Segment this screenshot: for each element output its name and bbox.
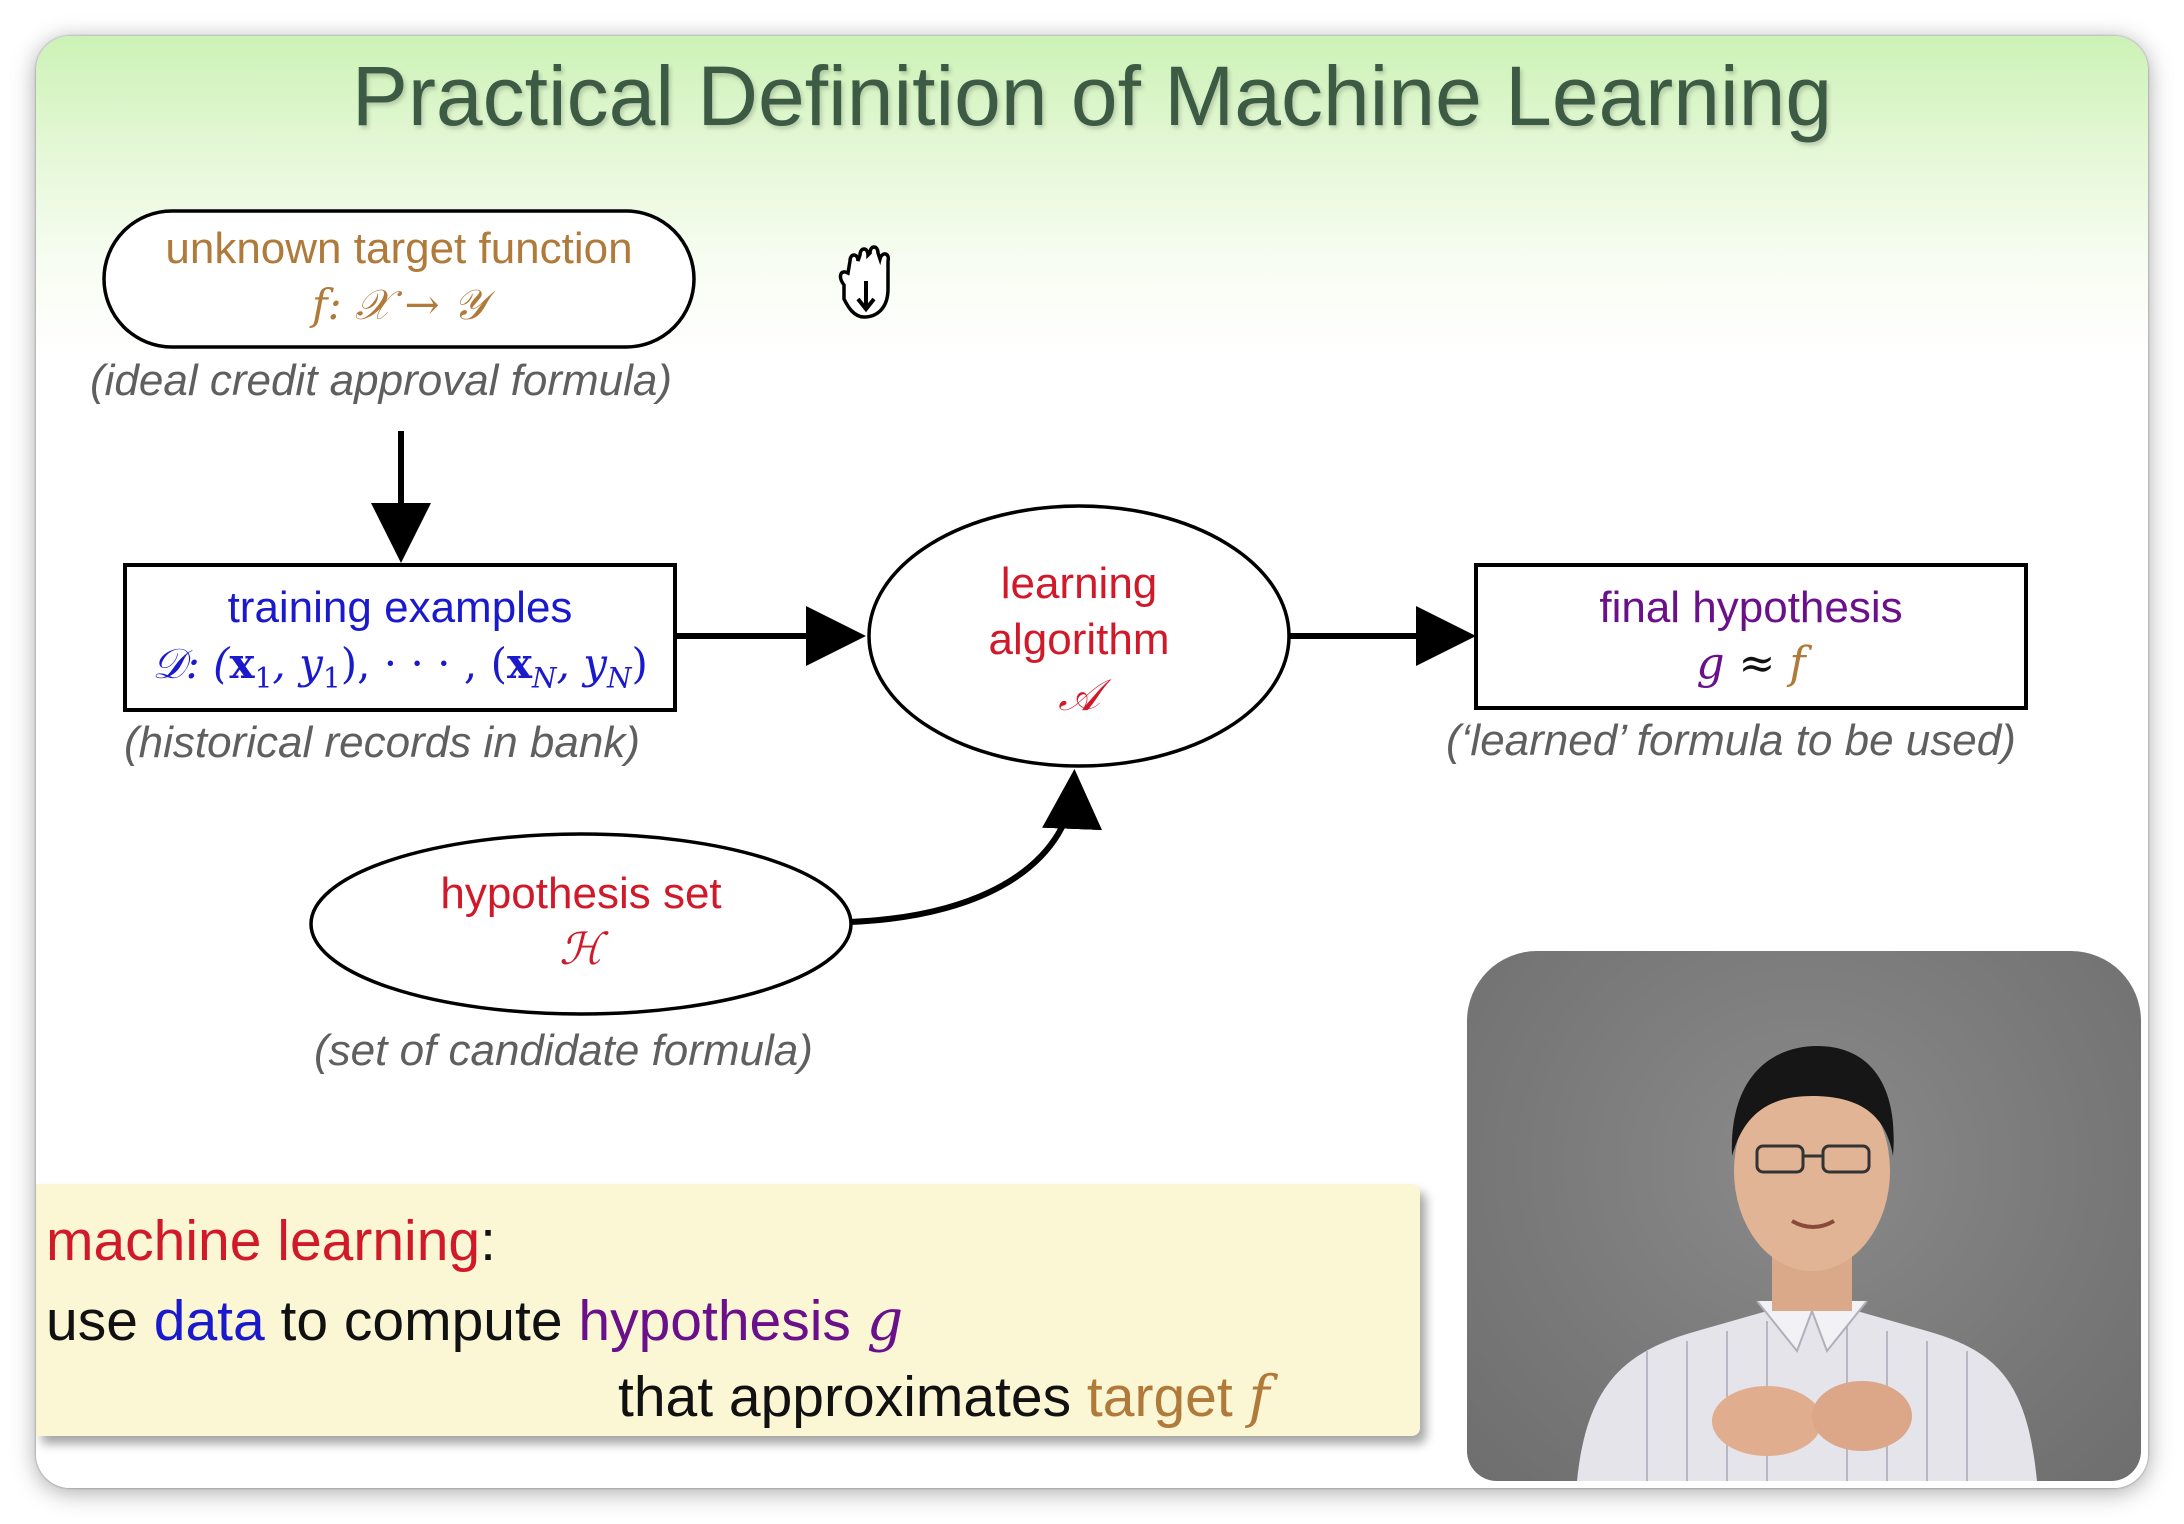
- callout-line-3: that approximates target f: [618, 1364, 1270, 1430]
- hypothesis-set-caption: (set of candidate formula): [314, 1026, 813, 1075]
- hand-grab-cursor-icon: [826, 241, 916, 336]
- final-hypothesis-formula: g ≈ f: [1696, 638, 1806, 689]
- final-hypothesis-label: final hypothesis: [1599, 583, 1903, 632]
- target-function-caption: (ideal credit approval formula): [90, 356, 673, 405]
- training-examples-caption: (historical records in bank): [124, 718, 640, 767]
- learning-algorithm-node: learning algorithm 𝒜: [869, 556, 1289, 724]
- learning-algorithm-label-line1: learning: [1000, 559, 1158, 608]
- hypothesis-set-node: hypothesis set ℋ: [311, 866, 851, 978]
- final-hypothesis-node: final hypothesis g ≈ f: [1476, 580, 2026, 692]
- target-function-label: unknown target function: [165, 224, 633, 273]
- slide-window: Practical Definition of Machine Learning…: [36, 36, 2148, 1488]
- hypothesis-set-label: hypothesis set: [440, 869, 722, 918]
- callout-line-1: machine learning:: [46, 1209, 496, 1273]
- learning-algorithm-formula: 𝒜: [1058, 670, 1100, 721]
- training-examples-label: training examples: [227, 583, 573, 632]
- training-examples-node: training examples 𝒟: (x1, y1), · · · , (…: [125, 580, 675, 706]
- hypothesis-set-formula: ℋ: [559, 924, 603, 975]
- presenter-video: [1467, 951, 2141, 1481]
- learning-algorithm-label-line2: algorithm: [988, 615, 1170, 664]
- training-examples-formula: 𝒟: (x1, y1), · · · , (xN, yN): [152, 639, 648, 695]
- target-function-formula: f: 𝒳 → 𝒴: [312, 280, 486, 329]
- arrow-hypothesis-to-algorithm: [849, 769, 1103, 925]
- final-hypothesis-caption: (‘learned’ formula to be used): [1446, 716, 2016, 765]
- callout-line-2: use data to compute hypothesis g: [46, 1288, 904, 1354]
- target-function-node: unknown target function f: 𝒳 → 𝒴: [104, 221, 694, 333]
- definition-callout: machine learning: use data to compute hy…: [36, 1184, 1420, 1436]
